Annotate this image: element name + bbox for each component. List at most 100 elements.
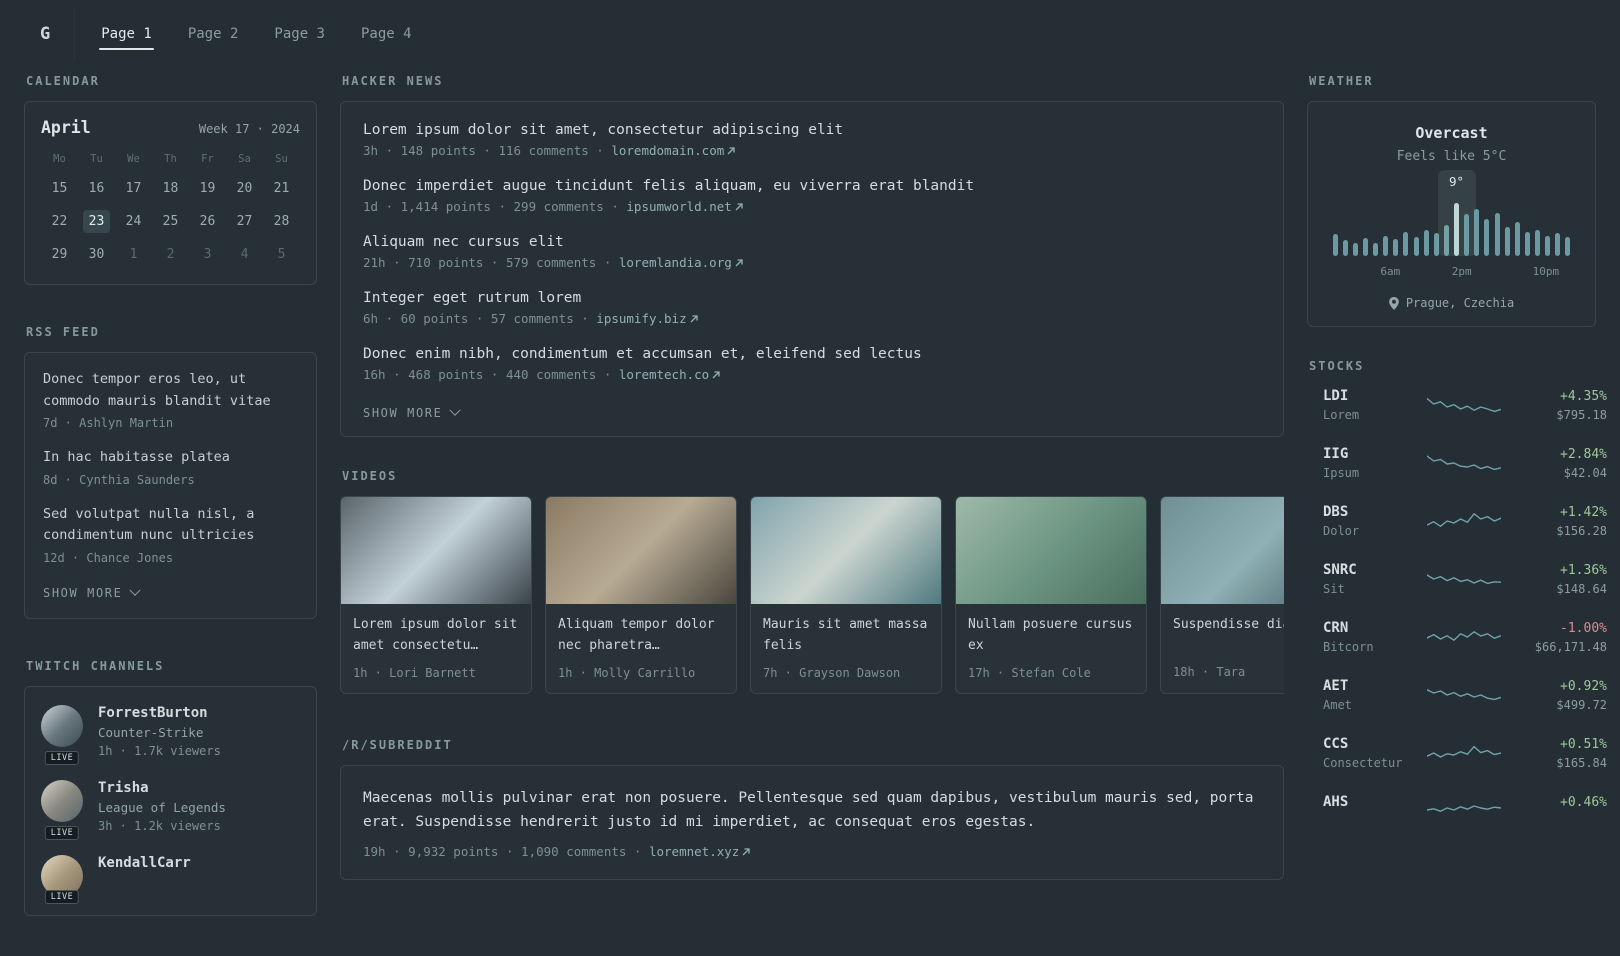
video-meta: 7h · Grayson Dawson xyxy=(763,665,901,680)
rss-item[interactable]: Sed volutpat nulla nisl, a condimentum n… xyxy=(43,504,298,565)
video-thumbnail[interactable] xyxy=(956,497,1146,604)
video-card[interactable]: Nullam posuere cursus ex 17h · Stefan Co… xyxy=(955,496,1147,694)
hackernews-list: Lorem ipsum dolor sit amet, consectetur … xyxy=(363,122,1261,382)
calendar-day[interactable]: 5 xyxy=(268,243,295,266)
rss-show-more-button[interactable]: SHOW MORE xyxy=(43,582,142,606)
calendar-month: April xyxy=(41,118,91,137)
external-link-icon xyxy=(742,848,750,856)
hn-domain-link[interactable]: ipsumworld.net xyxy=(626,199,743,214)
location-pin-icon xyxy=(1388,296,1399,310)
hn-domain-link[interactable]: loremdomain.com xyxy=(611,143,736,158)
stock-identity: LDI Lorem xyxy=(1323,388,1419,422)
weather-time-label: 6am xyxy=(1380,265,1401,278)
stock-row[interactable]: SNRC Sit +1.36% $148.64 xyxy=(1323,562,1607,596)
weather-bar xyxy=(1383,196,1389,256)
weather-bar: 9° xyxy=(1437,170,1477,256)
stock-row[interactable]: DBS Dolor +1.42% $156.28 xyxy=(1323,504,1607,538)
calendar-day[interactable]: 27 xyxy=(231,210,258,233)
app-logo[interactable]: G xyxy=(40,24,50,44)
stock-row[interactable]: AET Amet +0.92% $499.72 xyxy=(1323,678,1607,712)
calendar-header: April Week 17 · 2024 xyxy=(41,118,300,137)
post-domain-text: loremnet.xyz xyxy=(648,843,740,859)
calendar-day[interactable]: 3 xyxy=(194,243,221,266)
stock-symbol: AHS xyxy=(1323,794,1349,810)
calendar-day[interactable]: 2 xyxy=(157,243,184,266)
avatar-wrap: LIVE xyxy=(41,704,83,765)
stock-values: +0.46% xyxy=(1509,795,1607,826)
calendar-day[interactable]: 17 xyxy=(120,177,147,200)
rss-item[interactable]: In hac habitasse platea 8d · Cynthia Sau… xyxy=(43,447,298,487)
stock-price xyxy=(1509,814,1607,826)
calendar-day[interactable]: 26 xyxy=(194,210,221,233)
hn-meta-text: 6h · 60 points · 57 comments · xyxy=(363,311,597,326)
stock-row[interactable]: IIG Ipsum +2.84% $42.04 xyxy=(1323,446,1607,480)
page-tab[interactable]: Page 3 xyxy=(272,6,327,62)
stock-row[interactable]: AHS +0.46% xyxy=(1323,794,1607,826)
twitch-channel[interactable]: LIVE Trisha League of Legends 3h · 1.2k … xyxy=(41,779,300,840)
twitch-channel[interactable]: LIVE ForrestBurton Counter-Strike 1h · 1… xyxy=(41,704,300,765)
twitch-channel[interactable]: LIVE KendallCarr xyxy=(41,854,300,904)
calendar-day[interactable]: 15 xyxy=(46,177,73,200)
weather-bar xyxy=(1474,196,1480,256)
stock-symbol: AET xyxy=(1323,678,1349,694)
stock-sparkline xyxy=(1427,797,1501,823)
stock-row[interactable]: LDI Lorem +4.35% $795.18 xyxy=(1323,388,1607,422)
stock-row[interactable]: CRN Bitcorn -1.00% $66,171.48 xyxy=(1323,620,1607,654)
stock-price: $42.04 xyxy=(1563,465,1607,480)
video-card[interactable]: Mauris sit amet massa felis 7h · Grayson… xyxy=(750,496,942,694)
channel-info: Trisha League of Legends 3h · 1.2k viewe… xyxy=(98,780,226,833)
hn-domain-link[interactable]: ipsumify.biz xyxy=(596,311,698,326)
stock-name: Dolor xyxy=(1323,524,1360,538)
page-tab[interactable]: Page 1 xyxy=(99,6,154,62)
calendar-day[interactable]: 16 xyxy=(83,177,110,200)
post-domain-link[interactable]: loremnet.xyz xyxy=(649,844,751,859)
calendar-day[interactable]: 25 xyxy=(157,210,184,233)
hn-story-link[interactable]: Donec enim nibh, condimentum et accumsan… xyxy=(363,346,1261,362)
rss-item[interactable]: Donec tempor eros leo, ut commodo mauris… xyxy=(43,369,298,430)
video-thumbnail[interactable] xyxy=(341,497,531,604)
calendar-day[interactable]: 21 xyxy=(268,177,295,200)
hn-story-link[interactable]: Lorem ipsum dolor sit amet, consectetur … xyxy=(363,122,1261,138)
video-meta: 17h · Stefan Cole xyxy=(968,665,1091,680)
weather-hourly-chart: 9° xyxy=(1332,170,1571,256)
calendar-day[interactable]: 23 xyxy=(83,210,110,233)
calendar-day[interactable]: 4 xyxy=(231,243,258,266)
video-card[interactable]: Aliquam tempor dolor nec pharetra… 1h · … xyxy=(545,496,737,694)
show-more-label: SHOW MORE xyxy=(363,406,443,420)
page-tab[interactable]: Page 2 xyxy=(186,6,241,62)
calendar-day[interactable]: 22 xyxy=(46,210,73,233)
page-tab[interactable]: Page 4 xyxy=(359,6,414,62)
weather-location[interactable]: Prague, Czechia xyxy=(1324,296,1579,310)
video-title: Aliquam tempor dolor nec pharetra… xyxy=(558,617,715,653)
hn-story-link[interactable]: Integer eget rutrum lorem xyxy=(363,290,1261,306)
channel-viewers: 1h · 1.7k viewers xyxy=(98,743,221,758)
hn-story-meta: 16h · 468 points · 440 comments · loremt… xyxy=(363,367,1261,382)
video-card[interactable]: Suspendisse diam 18h · Tara xyxy=(1160,496,1284,694)
calendar-day[interactable]: 20 xyxy=(231,177,258,200)
calendar-day[interactable]: 19 xyxy=(194,177,221,200)
calendar-day[interactable]: 28 xyxy=(268,210,295,233)
weather-feels-like: Feels like 5°C xyxy=(1396,149,1507,164)
weather-bar xyxy=(1342,196,1348,256)
hackernews-show-more-button[interactable]: SHOW MORE xyxy=(363,402,462,426)
post-link[interactable]: Maecenas mollis pulvinar erat non posuer… xyxy=(363,786,1261,835)
hn-story-link[interactable]: Donec imperdiet augue tincidunt felis al… xyxy=(363,178,1261,194)
right-column: WEATHER Overcast Feels like 5°C 9° 6am 2p… xyxy=(1307,74,1607,866)
video-thumbnail[interactable] xyxy=(751,497,941,604)
calendar-day[interactable]: 29 xyxy=(46,243,73,266)
stock-row[interactable]: CCS Consectetur +0.51% $165.84 xyxy=(1323,736,1607,770)
hn-domain-link[interactable]: loremlandia.org xyxy=(619,255,744,270)
calendar-day[interactable]: 30 xyxy=(83,243,110,266)
stock-sparkline xyxy=(1427,508,1501,534)
hn-story-link[interactable]: Aliquam nec cursus elit xyxy=(363,234,1261,250)
calendar-day[interactable]: 1 xyxy=(120,243,147,266)
video-row: Lorem ipsum dolor sit amet consectetu… 1… xyxy=(340,496,1284,694)
video-card[interactable]: Lorem ipsum dolor sit amet consectetu… 1… xyxy=(340,496,532,694)
video-thumbnail[interactable] xyxy=(1161,497,1284,604)
weather-bar xyxy=(1545,196,1551,256)
hn-domain-link[interactable]: loremtech.co xyxy=(619,367,721,382)
calendar-day[interactable]: 24 xyxy=(120,210,147,233)
video-thumbnail[interactable] xyxy=(546,497,736,604)
calendar-day[interactable]: 18 xyxy=(157,177,184,200)
hn-story: Integer eget rutrum lorem 6h · 60 points… xyxy=(363,290,1261,326)
